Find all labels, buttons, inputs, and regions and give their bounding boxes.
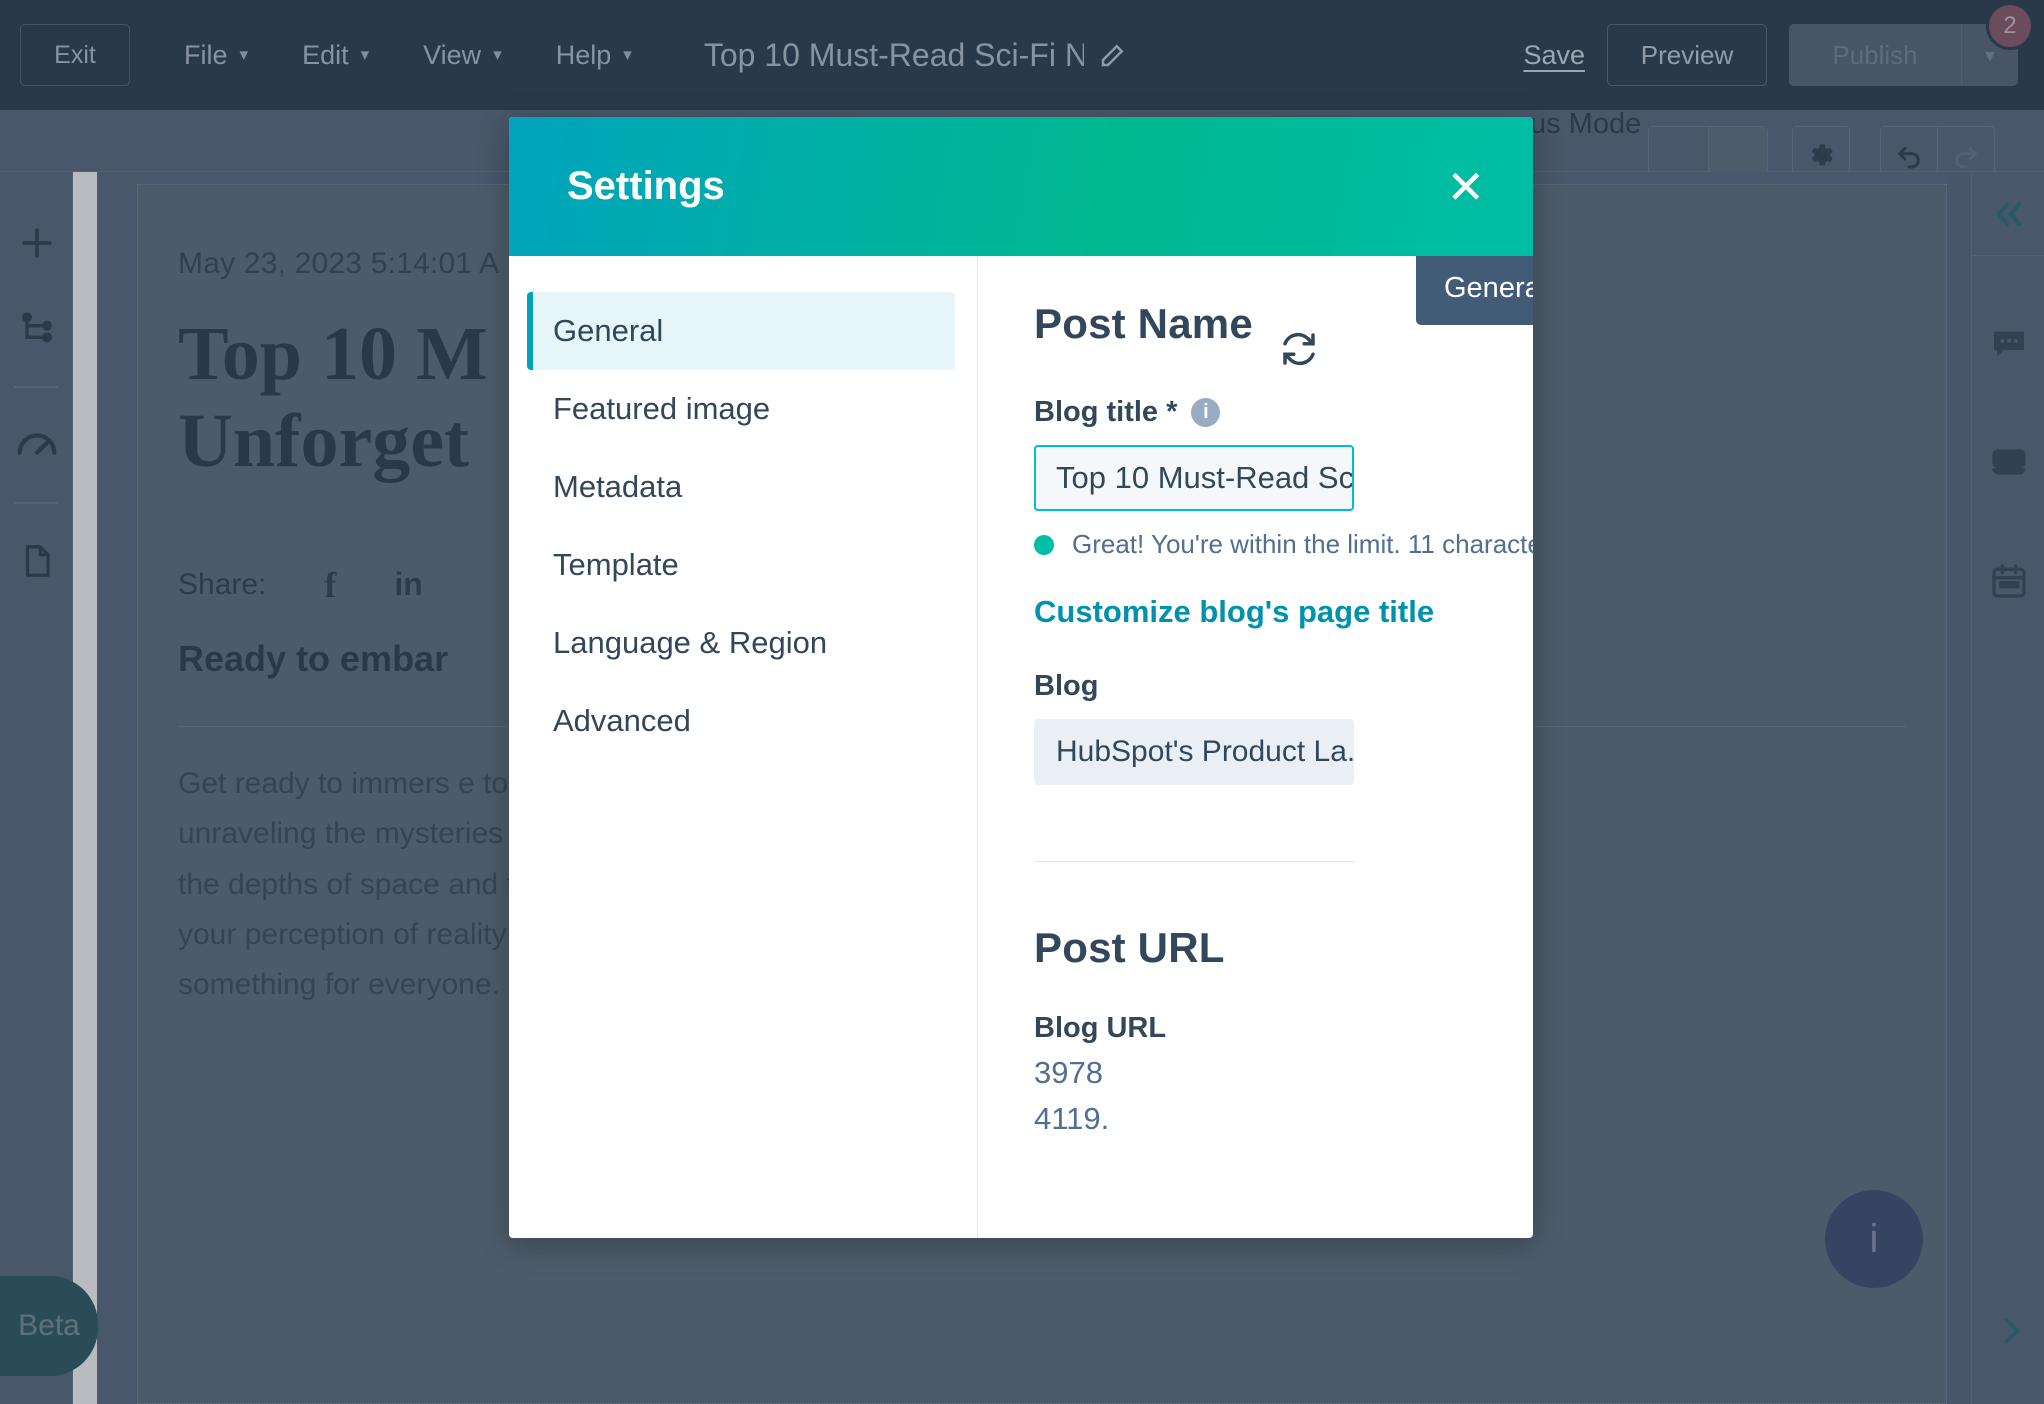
- blog-select-label: Blog: [1034, 670, 1099, 702]
- blog-url-line-1[interactable]: 3978: [1034, 1055, 1533, 1091]
- sidebar-item-label: Language & Region: [553, 625, 828, 660]
- sidebar-item-label: General: [553, 313, 664, 348]
- blog-url-line-2[interactable]: 4119.: [1034, 1101, 1533, 1137]
- modal-header: Settings ✕: [509, 117, 1533, 256]
- blog-title-helper-text: Great! You're within the limit. 11 chara…: [1072, 529, 1533, 559]
- customize-page-title-link[interactable]: Customize blog's page title: [1034, 594, 1533, 630]
- blog-title-label-text: Blog title *: [1034, 396, 1178, 428]
- sidebar-item-general[interactable]: General: [527, 292, 955, 370]
- blog-url-label: Blog URL: [1034, 1012, 1167, 1044]
- sidebar-item-advanced[interactable]: Advanced: [527, 682, 955, 760]
- divider: [1034, 861, 1354, 862]
- sidebar-item-metadata[interactable]: Metadata: [527, 448, 955, 526]
- blog-title-label: Blog title * i: [1034, 396, 1533, 429]
- sidebar-item-label: Template: [553, 547, 679, 582]
- generate-another-title-button[interactable]: [1278, 328, 1320, 375]
- generate-title-tooltip: Generate another title: [1416, 256, 1533, 325]
- close-icon[interactable]: ✕: [1446, 164, 1485, 210]
- sidebar-item-featured-image[interactable]: Featured image: [527, 370, 955, 448]
- settings-modal: Settings ✕ General Featured image Metada…: [509, 117, 1533, 1238]
- modal-body: General Featured image Metadata Template…: [509, 256, 1533, 1238]
- sidebar-item-label: Advanced: [553, 703, 691, 738]
- post-url-section-title: Post URL: [1034, 924, 1225, 971]
- settings-content-pane: Post Name Generate another title Blog ti…: [978, 256, 1533, 1238]
- blog-select[interactable]: HubSpot's Product La...: [1034, 719, 1354, 785]
- sidebar-item-label: Featured image: [553, 391, 771, 426]
- sidebar-item-template[interactable]: Template: [527, 526, 955, 604]
- refresh-icon: [1283, 332, 1315, 366]
- sidebar-item-language-region[interactable]: Language & Region: [527, 604, 955, 682]
- screen-root: Exit File ▾ Edit ▾ View ▾ Help ▾ Top 10 …: [0, 0, 2044, 1404]
- blog-title-input-value: Top 10 Must-Read Sci-Fi: [1056, 460, 1354, 495]
- status-dot-icon: [1034, 534, 1054, 555]
- info-icon[interactable]: i: [1191, 398, 1221, 427]
- blog-title-input[interactable]: Top 10 Must-Read Sci-Fi: [1034, 445, 1354, 511]
- modal-title: Settings: [567, 164, 725, 208]
- sidebar-item-label: Metadata: [553, 469, 683, 504]
- blog-title-helper: Great! You're within the limit. 11 chara…: [1034, 529, 1533, 560]
- settings-nav: General Featured image Metadata Template…: [509, 256, 978, 1238]
- blog-select-value: HubSpot's Product La...: [1056, 735, 1354, 768]
